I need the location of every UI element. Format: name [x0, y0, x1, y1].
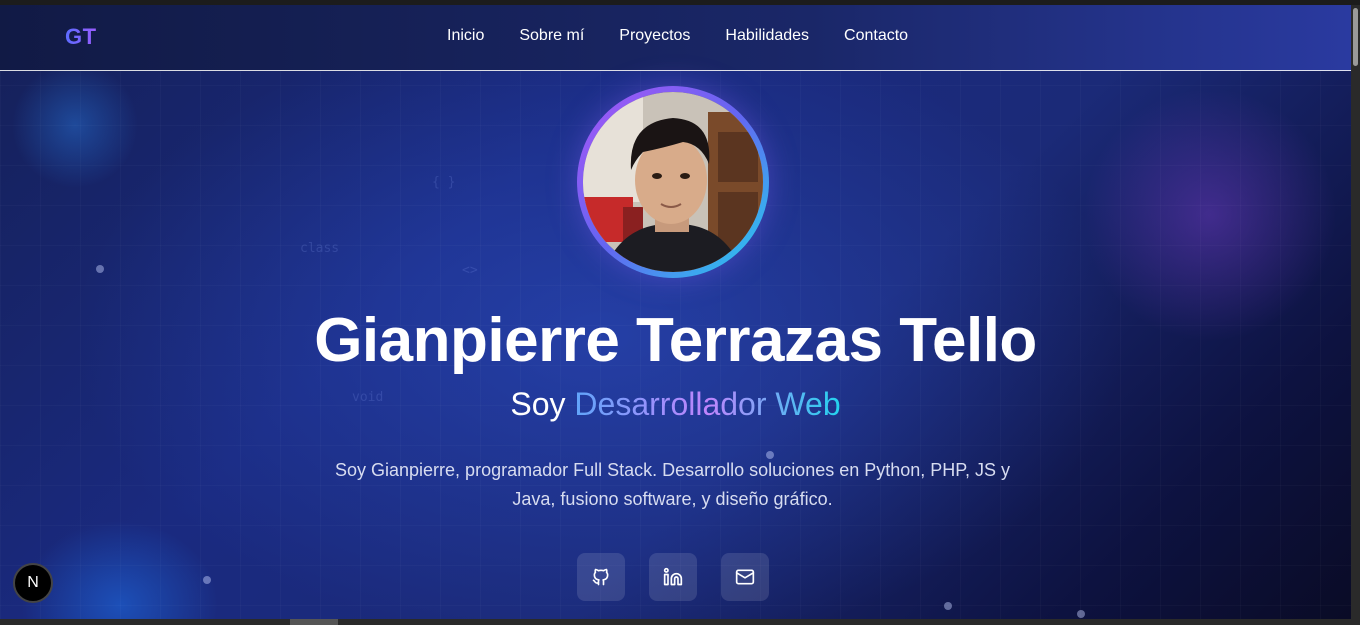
hero-subtitle: Soy Desarrollador Web — [0, 386, 1351, 423]
nav-link-inicio[interactable]: Inicio — [447, 27, 484, 45]
github-button[interactable] — [577, 553, 625, 601]
hero-description: Soy Gianpierre, programador Full Stack. … — [335, 460, 1010, 509]
navbar: GT Inicio Sobre mí Proyectos Habilidades… — [0, 5, 1351, 71]
decorative-code-symbol: <> — [462, 263, 478, 278]
vertical-scrollbar[interactable] — [1351, 5, 1360, 619]
hero-name: Gianpierre Terrazas Tello — [314, 306, 1037, 375]
hero-subtitle-prefix: Soy — [510, 386, 566, 422]
nav-link-habilidades[interactable]: Habilidades — [725, 27, 809, 45]
decorative-code-symbol: { } — [432, 175, 456, 190]
profile-photo-illustration — [583, 92, 763, 272]
site-logo[interactable]: GT — [65, 24, 97, 50]
horizontal-scrollbar-thumb[interactable] — [290, 619, 338, 625]
linkedin-button[interactable] — [649, 553, 697, 601]
decorative-dot — [203, 576, 211, 584]
social-links — [577, 553, 769, 601]
mail-button[interactable] — [721, 553, 769, 601]
hero-subtitle-role: Desarrollador Web — [574, 386, 841, 422]
nav-link-contacto[interactable]: Contacto — [844, 27, 908, 45]
hero-section: { } class <> void GT Inicio Sobre mí Pro… — [0, 5, 1351, 619]
nav-links: Inicio Sobre mí Proyectos Habilidades Co… — [447, 27, 943, 45]
horizontal-scrollbar[interactable] — [0, 619, 1360, 625]
decorative-code-symbol: class — [300, 241, 340, 256]
decorative-dot — [944, 602, 952, 610]
nav-link-proyectos[interactable]: Proyectos — [619, 27, 690, 45]
linkedin-icon — [663, 567, 683, 586]
decorative-dot — [1077, 610, 1085, 618]
mail-icon — [735, 569, 755, 585]
decorative-dot — [96, 265, 104, 273]
avatar-ring — [577, 86, 769, 278]
nav-link-sobre-mi[interactable]: Sobre mí — [519, 27, 584, 45]
vertical-scrollbar-thumb[interactable] — [1353, 8, 1358, 66]
profile-photo — [583, 92, 763, 272]
nextjs-dev-badge[interactable]: N — [13, 563, 53, 603]
github-icon — [592, 568, 609, 586]
